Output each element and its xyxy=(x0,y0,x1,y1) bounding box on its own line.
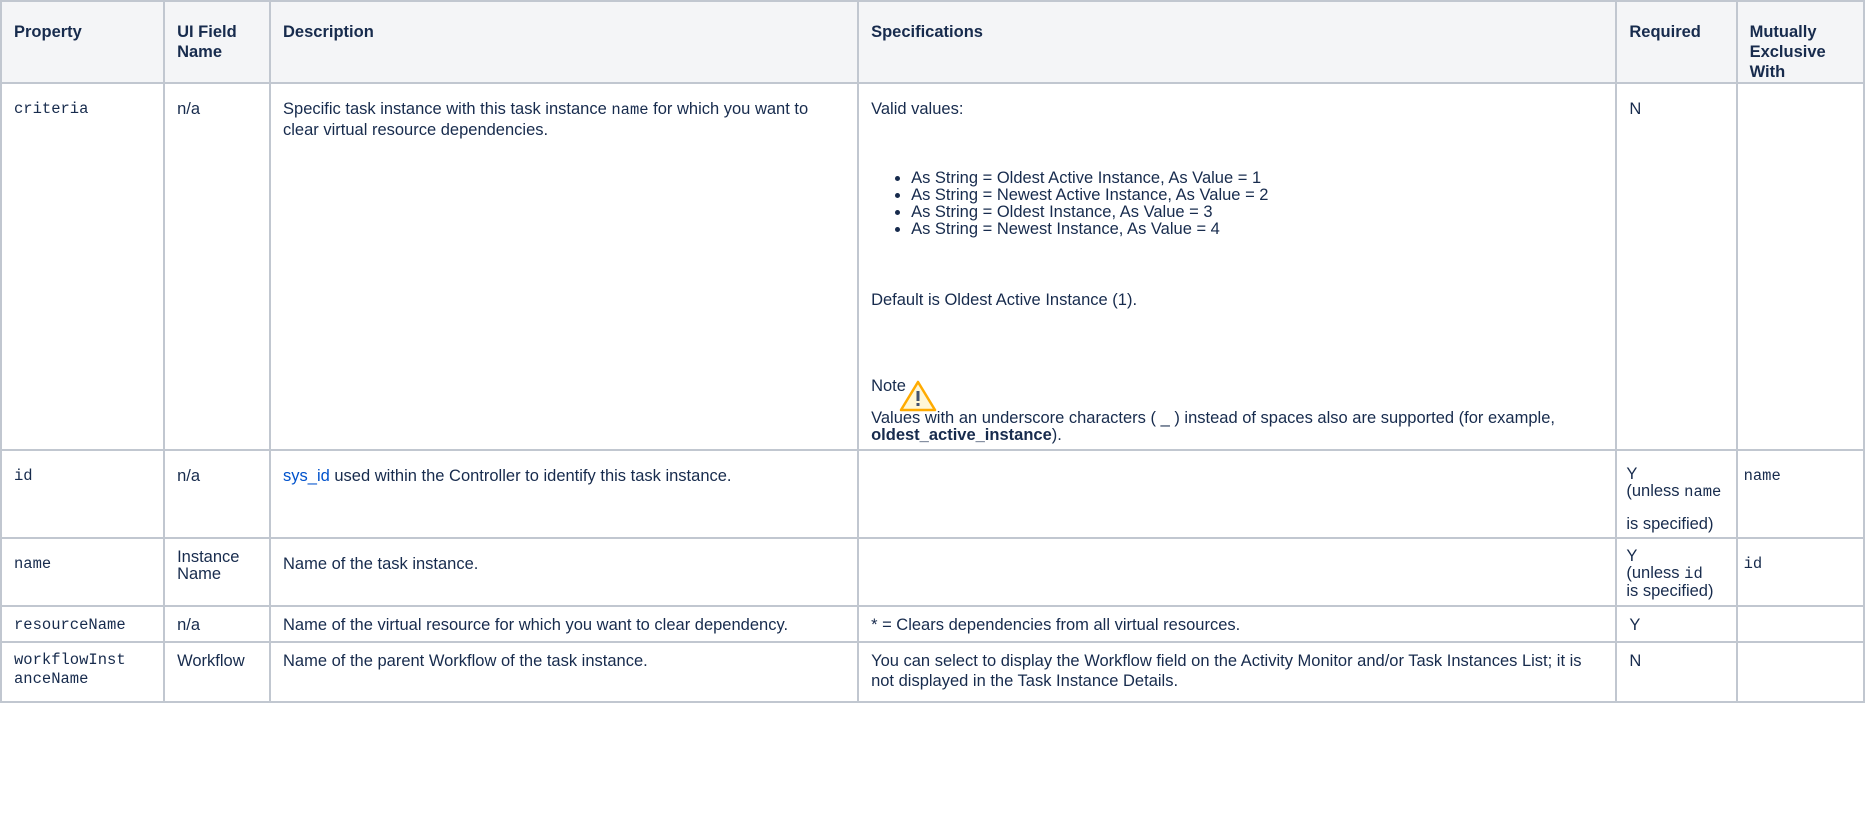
note-text-start: Values with an underscore characters ( _… xyxy=(871,409,1555,427)
specifications-cell xyxy=(857,449,1618,539)
exclusive-cell: name xyxy=(1735,449,1865,539)
required-condition-end: is specified) xyxy=(1626,582,1714,600)
property-cell: name xyxy=(0,537,166,607)
description-text: Specific task instance with this task in… xyxy=(283,100,612,118)
ui-field-cell: n/a xyxy=(163,605,272,643)
required-condition: (unless name xyxy=(1626,483,1731,501)
description-cell: Specific task instance with this task in… xyxy=(269,82,860,451)
property-cell: resourceName xyxy=(0,605,166,643)
header-mutually-exclusive-with: Mutually Exclusive With xyxy=(1735,0,1865,84)
description-cell: Name of the virtual resource for which y… xyxy=(269,605,860,643)
header-ui-field-name: UI Field Name xyxy=(163,0,272,84)
required-condition-end: is specified) xyxy=(1626,515,1714,533)
header-required: Required xyxy=(1615,0,1738,84)
note-text: Values with an underscore characters ( _… xyxy=(871,410,1606,444)
ui-field-cell: n/a xyxy=(163,82,272,451)
table-row: name Instance Name Name of the task inst… xyxy=(0,537,1865,607)
warning-icon xyxy=(899,380,937,412)
required-text: (unless xyxy=(1626,564,1685,582)
inline-code: name xyxy=(611,101,649,119)
required-cell: N xyxy=(1615,82,1738,451)
table-row: criteria n/a Specific task instance with… xyxy=(0,82,1865,451)
required-cell: N xyxy=(1615,641,1738,703)
list-item: As String = Oldest Active Instance, As V… xyxy=(911,170,1606,187)
table-header-row: Property UI Field Name Description Speci… xyxy=(0,0,1865,84)
list-item: As String = Newest Instance, As Value = … xyxy=(911,221,1606,238)
ui-field-cell: n/a xyxy=(163,449,272,539)
required-cell: Y (unless name is specified) xyxy=(1615,449,1738,539)
specifications-cell: You can select to display the Workflow f… xyxy=(857,641,1618,703)
description-cell: Name of the task instance. xyxy=(269,537,860,607)
note-bold-value: oldest_active_instance xyxy=(871,426,1052,444)
required-cell: Y xyxy=(1615,605,1738,643)
specifications-cell: * = Clears dependencies from all virtual… xyxy=(857,605,1618,643)
header-description: Description xyxy=(269,0,860,84)
table-row: workflowInst anceName Workflow Name of t… xyxy=(0,641,1865,703)
list-item: As String = Newest Active Instance, As V… xyxy=(911,187,1606,204)
note-panel: Note Values with an underscore character… xyxy=(871,376,1606,444)
list-item: As String = Oldest Instance, As Value = … xyxy=(911,204,1606,221)
ui-field-cell: Instance Name xyxy=(163,537,272,607)
required-value: Y xyxy=(1626,547,1638,565)
exclusive-cell xyxy=(1735,641,1865,703)
exclusive-cell xyxy=(1735,82,1865,451)
sys-id-link[interactable]: sys_id xyxy=(283,467,330,485)
table-row: id n/a sys_id used within the Controller… xyxy=(0,449,1865,539)
description-cell: Name of the parent Workflow of the task … xyxy=(269,641,860,703)
required-text: (unless xyxy=(1626,482,1685,500)
header-specifications: Specifications xyxy=(857,0,1618,84)
specifications-cell: Valid values: As String = Oldest Active … xyxy=(857,82,1618,451)
property-name-part: anceName xyxy=(14,670,89,688)
note-text-end: ). xyxy=(1051,426,1062,444)
inline-code: id xyxy=(1684,565,1703,583)
description-cell: sys_id used within the Controller to ide… xyxy=(269,449,860,539)
spec-intro: Valid values: xyxy=(871,100,964,118)
inline-code: name xyxy=(1684,483,1722,501)
required-condition: (unless id xyxy=(1626,565,1731,583)
valid-values-list: As String = Oldest Active Instance, As V… xyxy=(871,170,1606,238)
specifications-cell xyxy=(857,537,1618,607)
required-cell: Y (unless id is specified) xyxy=(1615,537,1738,607)
ui-field-cell: Workflow xyxy=(163,641,272,703)
spec-default: Default is Oldest Active Instance (1). xyxy=(871,291,1138,309)
properties-table: Property UI Field Name Description Speci… xyxy=(0,0,1865,703)
note-title: Note xyxy=(871,377,906,395)
property-name-part: workflowInst xyxy=(14,651,126,669)
required-value: Y xyxy=(1626,465,1638,483)
table-row: resourceName n/a Name of the virtual res… xyxy=(0,605,1865,643)
exclusive-cell: id xyxy=(1735,537,1865,607)
header-property: Property xyxy=(0,0,166,84)
description-text: used within the Controller to identify t… xyxy=(329,467,732,485)
property-cell: id xyxy=(0,449,166,539)
exclusive-cell xyxy=(1735,605,1865,643)
property-cell: criteria xyxy=(0,82,166,451)
property-cell: workflowInst anceName xyxy=(0,641,166,703)
